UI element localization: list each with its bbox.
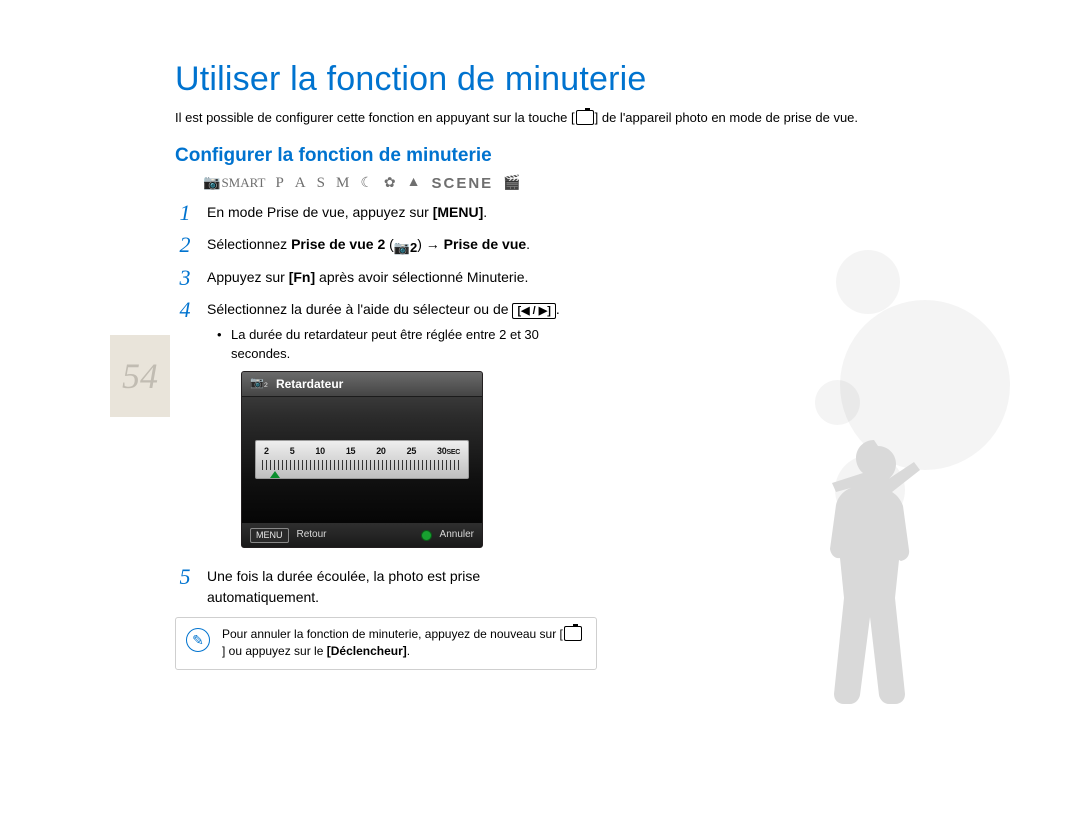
lcd-ok-icon	[421, 530, 432, 541]
scene-mode-label: SCENE	[431, 175, 493, 192]
dial-track	[262, 460, 462, 470]
night-mode-icon: ☾	[360, 175, 374, 192]
mode-m: M	[336, 175, 350, 192]
step-number: 1	[175, 202, 195, 224]
step-body: Appuyez sur [Fn] après avoir sélectionné…	[207, 267, 585, 289]
step-4: 4 Sélectionnez la durée à l'aide du séle…	[175, 299, 585, 556]
left-right-key-label: [◀ / ▶]	[512, 303, 555, 319]
intro-prefix: Il est possible de configurer cette fonc…	[175, 110, 575, 125]
step-4-note: La durée du retardateur peut être réglée…	[217, 326, 585, 364]
dial-unit: SEC	[446, 449, 460, 456]
section-heading: Configurer la fonction de minuterie	[175, 145, 915, 167]
lcd-footer: MENU Retour Annuler	[242, 523, 482, 547]
step-body: Sélectionnez la durée à l'aide du sélect…	[207, 299, 585, 556]
step-3: 3 Appuyez sur [Fn] après avoir sélection…	[175, 267, 585, 289]
step-5: 5 Une fois la durée écoulée, la photo es…	[175, 566, 585, 607]
fn-key-label: [Fn]	[289, 269, 315, 285]
note-box: ✎ Pour annuler la fonction de minuterie,…	[175, 617, 597, 670]
step-number: 2	[175, 234, 195, 258]
page-number: 54	[122, 355, 158, 397]
page-title: Utiliser la fonction de minuterie	[175, 60, 915, 99]
step-number: 5	[175, 566, 195, 607]
step-1: 1 En mode Prise de vue, appuyez sur [MEN…	[175, 202, 585, 224]
lcd-title: Retardateur	[276, 376, 343, 393]
timer-button-icon	[563, 626, 583, 641]
step-body: Sélectionnez Prise de vue 2 (📷2) → Prise…	[207, 234, 585, 258]
beauty-mode-icon: ✿	[384, 175, 397, 192]
lcd-cancel-label: Annuler	[440, 528, 474, 543]
step-body: En mode Prise de vue, appuyez sur [MENU]…	[207, 202, 585, 224]
step-number: 3	[175, 267, 195, 289]
lcd-back-label: Retour	[297, 528, 327, 543]
mode-s: S	[317, 175, 326, 192]
steps-list: 1 En mode Prise de vue, appuyez sur [MEN…	[175, 202, 585, 607]
movie-mode-icon: 🎬	[503, 175, 521, 192]
child-silhouette-icon	[780, 440, 950, 740]
step-body: Une fois la durée écoulée, la photo est …	[207, 566, 585, 607]
lcd-header: 📷₂ Retardateur	[242, 372, 482, 397]
landscape-mode-icon: ▲	[407, 175, 422, 191]
decorative-illustration	[680, 240, 1020, 740]
timer-button-icon	[575, 110, 595, 125]
shutter-key-label: [Déclencheur]	[327, 644, 407, 658]
lcd-header-icon: 📷₂	[250, 376, 268, 392]
bubble-icon	[815, 380, 860, 425]
lcd-preview: 📷₂ Retardateur 2 5 10 15 20	[241, 371, 483, 548]
camera2-icon: 📷2	[394, 239, 417, 258]
smart-mode-icon: 📷SMART	[203, 175, 265, 192]
step-4-sublist: La durée du retardateur peut être réglée…	[217, 326, 585, 364]
note-text: Pour annuler la fonction de minuterie, a…	[222, 626, 586, 661]
mode-indicator-row: 📷SMART P A S M ☾ ✿ ▲ SCENE 🎬	[203, 175, 915, 192]
note-icon: ✎	[186, 628, 210, 652]
bubble-icon	[836, 250, 900, 314]
intro-text: Il est possible de configurer cette fonc…	[175, 109, 915, 127]
dial-ticks: 2 5 10 15 20 25 30SEC	[262, 445, 462, 459]
mode-a: A	[295, 175, 307, 192]
timer-dial: 2 5 10 15 20 25 30SEC	[255, 440, 469, 479]
lcd-menu-chip: MENU	[250, 528, 289, 543]
step-number: 4	[175, 299, 195, 556]
manual-page: 54 Utiliser la fonction de minuterie Il …	[0, 0, 1080, 815]
mode-p: P	[275, 175, 284, 192]
intro-suffix: ] de l'appareil photo en mode de prise d…	[595, 110, 858, 125]
page-number-tab: 54	[110, 335, 170, 417]
step-2: 2 Sélectionnez Prise de vue 2 (📷2) → Pri…	[175, 234, 585, 258]
menu-key-label: [MENU]	[433, 204, 484, 220]
lcd-body: 2 5 10 15 20 25 30SEC	[242, 396, 482, 523]
